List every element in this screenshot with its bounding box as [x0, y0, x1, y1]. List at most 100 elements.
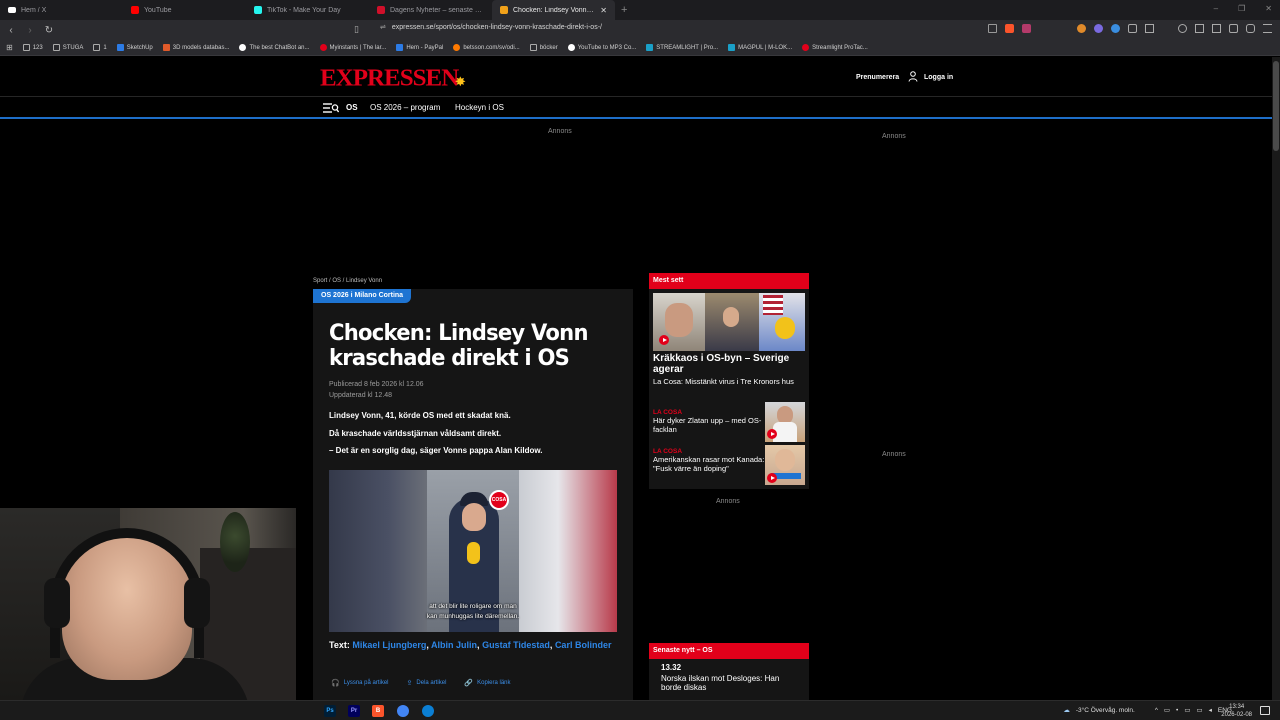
photoshop-icon[interactable]: Ps: [324, 705, 336, 717]
mic-icon[interactable]: •: [1176, 707, 1178, 714]
bookmark-item[interactable]: STREAMLIGHT | Pro...: [646, 44, 718, 51]
most-read-hero-subtitle[interactable]: La Cosa: Misstänkt virus i Tre Kronors h…: [653, 377, 803, 387]
chrome-icon[interactable]: [397, 705, 409, 717]
site-info-icon[interactable]: ⇌: [380, 24, 386, 31]
url-field[interactable]: ⇌ expressen.se/sport/os/chocken-lindsey-v…: [380, 23, 602, 31]
brave-shield-icon[interactable]: [1005, 24, 1014, 33]
bookmark-item[interactable]: SketchUp: [116, 44, 153, 51]
extension-icon[interactable]: [1077, 24, 1086, 33]
new-tab-icon[interactable]: +: [621, 4, 627, 16]
tab-search-icon[interactable]: [1212, 24, 1221, 33]
app-icon[interactable]: [422, 705, 434, 717]
apps-grid-icon[interactable]: ⊞: [6, 43, 13, 52]
close-tab-icon[interactable]: ✕: [600, 6, 607, 15]
brave-icon[interactable]: B: [372, 705, 384, 717]
leo-icon[interactable]: [1229, 24, 1238, 33]
weather-text[interactable]: -3°C Övervåg. moln.: [1076, 707, 1135, 714]
bookmark-item[interactable]: 1: [93, 44, 107, 51]
reload-icon[interactable]: ↻: [41, 25, 57, 36]
chevron-up-icon[interactable]: ^: [1155, 707, 1158, 714]
page-scrollbar[interactable]: [1272, 57, 1280, 700]
youtube-favicon-icon: [131, 6, 139, 14]
user-icon[interactable]: [908, 71, 918, 82]
article-card: OS 2026 i Milano Cortina Chocken: Lindse…: [313, 289, 633, 700]
menu-icon[interactable]: [1263, 24, 1272, 33]
forward-icon[interactable]: ›: [22, 25, 38, 36]
play-icon[interactable]: [767, 473, 777, 483]
back-icon[interactable]: ‹: [3, 25, 19, 36]
bookmark-item[interactable]: betsson.com/sv/odi...: [453, 44, 520, 51]
login-link[interactable]: Logga in: [924, 74, 953, 81]
bookmark-icon[interactable]: ▯: [354, 24, 359, 35]
nav-hockey[interactable]: Hockeyn i OS: [455, 103, 504, 112]
toolbar-icons: [988, 24, 1272, 33]
close-window-icon[interactable]: ✕: [1265, 4, 1272, 13]
volume-icon[interactable]: ◂: [1209, 706, 1212, 714]
bookmark-item[interactable]: YouTube to MP3 Co...: [567, 44, 637, 51]
most-read-item[interactable]: LA COSA Amerikanskan rasar mot Kanada: "…: [653, 448, 765, 473]
browser-tab[interactable]: Dagens Nyheter – senaste nyheterna: [369, 0, 492, 20]
most-read-item[interactable]: LA COSA Här dyker Zlatan upp – med OS-fa…: [653, 409, 765, 434]
most-read-hero-image[interactable]: [653, 293, 805, 351]
wallet-icon[interactable]: [1145, 24, 1154, 33]
tray-icon[interactable]: ▭: [1164, 706, 1170, 714]
bookmark-item[interactable]: The best ChatBot an...: [239, 44, 310, 51]
app-label: B: [375, 708, 381, 714]
site-header: EXPRESSEN ✸ Prenumerera Logga in: [0, 57, 1272, 97]
us-flag-icon: [763, 295, 783, 315]
share-icon[interactable]: [988, 24, 997, 33]
bookmark-item[interactable]: STUGA: [52, 44, 83, 51]
item-thumbnail[interactable]: [765, 445, 805, 485]
author-link[interactable]: Gustaf Tidestad: [482, 640, 550, 650]
maximize-icon[interactable]: ❐: [1238, 4, 1245, 13]
bookmark-item[interactable]: Hem - PayPal: [396, 44, 443, 51]
clock[interactable]: 13:34 2026-02-08: [1221, 703, 1252, 719]
menu-search-icon[interactable]: [323, 103, 339, 113]
nav-os-program[interactable]: OS 2026 – program: [370, 103, 440, 112]
premiere-icon[interactable]: Pr: [348, 705, 360, 717]
copy-link-button[interactable]: 🔗 Kopiera länk: [464, 679, 510, 687]
author-link[interactable]: Mikael Ljungberg: [352, 640, 426, 650]
news-title[interactable]: Norska ilskan mot Desloges: Han borde di…: [661, 674, 801, 692]
browser-tab[interactable]: Hem / X: [0, 0, 123, 20]
event-badge[interactable]: OS 2026 i Milano Cortina: [313, 289, 412, 303]
nav-os[interactable]: OS: [346, 103, 358, 112]
extension-icon[interactable]: [1111, 24, 1120, 33]
listen-button[interactable]: 🎧 Lyssna på artikel: [331, 679, 389, 687]
share-button[interactable]: ⇪ Dela artikel: [407, 679, 447, 687]
browser-tab-active[interactable]: Chocken: Lindsey Vonn krascha... ✕: [492, 0, 615, 20]
network-icon[interactable]: ▭: [1184, 706, 1190, 714]
bookmark-item[interactable]: 3D models databas...: [162, 44, 229, 51]
video-player[interactable]: COSA att det blir lite roligare om man k…: [329, 470, 617, 632]
bookmark-item[interactable]: Streamlight ProTac...: [802, 44, 868, 51]
media-icon[interactable]: [1178, 24, 1187, 33]
extensions-puzzle-icon[interactable]: [1128, 24, 1137, 33]
most-read-hero-title[interactable]: Kräkkaos i OS-byn – Sverige agerar: [653, 353, 805, 375]
bookmark-item[interactable]: 123: [22, 44, 43, 51]
display-icon[interactable]: ▭: [1196, 706, 1202, 714]
bookmark-item[interactable]: MAGPUL | M-LOK...: [728, 44, 792, 51]
vpn-icon[interactable]: [1246, 24, 1255, 33]
breadcrumb[interactable]: Sport / OS / Lindsey Vonn: [313, 278, 382, 284]
rewards-icon[interactable]: [1022, 24, 1031, 33]
play-icon[interactable]: [767, 429, 777, 439]
item-thumbnail[interactable]: [765, 402, 805, 442]
ad-label: Annons: [882, 133, 906, 140]
expressen-logo[interactable]: EXPRESSEN ✸: [320, 66, 465, 93]
weather-icon[interactable]: ☁: [1063, 706, 1070, 714]
minimize-icon[interactable]: –: [1214, 4, 1218, 13]
author-link[interactable]: Carl Bolinder: [555, 640, 612, 650]
scrollbar-thumb[interactable]: [1273, 61, 1279, 151]
bookmark-item[interactable]: Myinstants | The lar...: [319, 44, 386, 51]
extension-icon[interactable]: [1094, 24, 1103, 33]
browser-tab[interactable]: TikTok - Make Your Day: [246, 0, 369, 20]
bookmark-label: YouTube to MP3 Co...: [577, 44, 637, 51]
browser-tab[interactable]: YouTube: [123, 0, 246, 20]
system-tray: ☁ -3°C Övervåg. moln. ^ ▭ • ▭ ▭ ◂ ENG: [1063, 706, 1232, 715]
play-icon[interactable]: [659, 335, 669, 345]
bookmark-item[interactable]: böcker: [529, 44, 558, 51]
notification-icon[interactable]: [1260, 706, 1270, 715]
subscribe-link[interactable]: Prenumerera: [856, 74, 899, 81]
author-link[interactable]: Albin Julin: [431, 640, 477, 650]
sidebar-icon[interactable]: [1195, 24, 1204, 33]
